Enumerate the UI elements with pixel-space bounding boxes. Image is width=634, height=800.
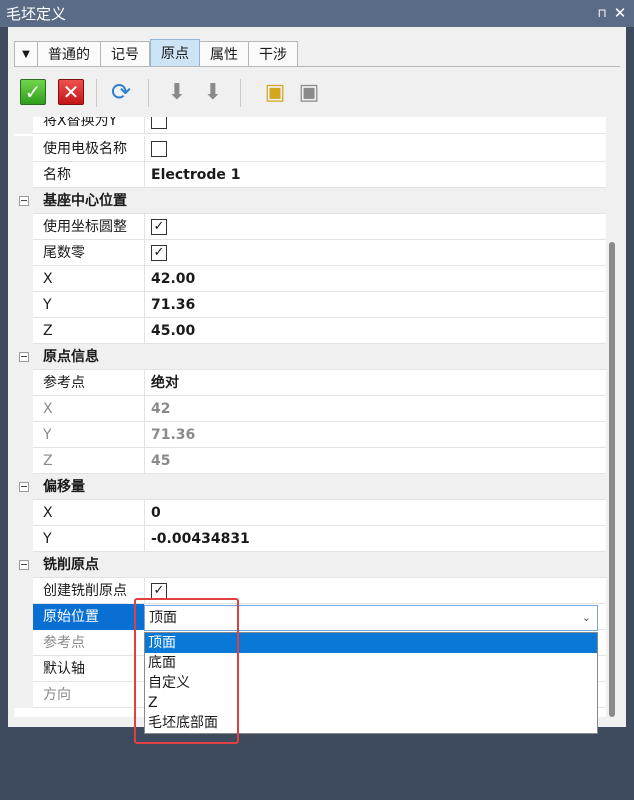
folder-tool-icon: ▣ xyxy=(264,79,286,105)
toolbar-separator xyxy=(148,79,149,107)
category-row[interactable]: 基座中心位置 xyxy=(14,188,606,214)
collapse-icon[interactable] xyxy=(19,196,29,206)
property-row: X 42 xyxy=(14,396,606,422)
property-row: 名称 Electrode 1 xyxy=(14,162,606,188)
base-z-value[interactable]: 45.00 xyxy=(145,318,606,344)
name-value[interactable]: Electrode 1 xyxy=(145,162,606,188)
dropdown-option-bottom[interactable]: 底面 xyxy=(145,653,597,673)
replace-x-y-checkbox[interactable] xyxy=(151,117,167,129)
tab-strip: ▼ 普通的 记号 原点 属性 干涉 xyxy=(14,39,298,66)
reference-point-value[interactable]: 绝对 xyxy=(145,370,606,396)
property-row: Z 45.00 xyxy=(14,318,606,344)
title-bar: 毛坯定义 ⊓ ✕ xyxy=(0,0,634,27)
cross-icon: ✕ xyxy=(58,79,84,105)
toolbar-separator xyxy=(240,79,241,107)
tab-interference[interactable]: 干涉 xyxy=(249,41,298,66)
original-position-combo[interactable]: 顶面 ⌄ xyxy=(144,605,598,631)
export-tool-button[interactable]: ▣ xyxy=(294,77,324,107)
trailing-zero-checkbox[interactable]: ✓ xyxy=(151,245,167,261)
chevron-down-icon: ▼ xyxy=(22,48,30,60)
property-row: Z 45 xyxy=(14,448,606,474)
toolbar: ✓ ✕ ⟳ ⬇ ⬇ ▣ ▣ xyxy=(14,73,614,113)
sort-down-icon: ⬇ xyxy=(203,79,223,105)
property-row: 参考点 绝对 xyxy=(14,370,606,396)
folder-tool-button[interactable]: ▣ xyxy=(260,77,290,107)
property-row: 使用电极名称 xyxy=(14,136,606,162)
import-button[interactable]: ⬇ xyxy=(162,77,192,107)
checkmark-icon: ✓ xyxy=(20,79,46,105)
tab-general[interactable]: 普通的 xyxy=(38,41,101,66)
refresh-button[interactable]: ⟳ xyxy=(106,77,136,107)
property-row: 使用坐标圆整 ✓ xyxy=(14,214,606,240)
toolbar-separator xyxy=(96,79,97,107)
tab-overflow-dropdown[interactable]: ▼ xyxy=(14,41,38,66)
category-row[interactable]: 原点信息 xyxy=(14,344,606,370)
chevron-down-icon[interactable]: ⌄ xyxy=(582,606,591,630)
export-tool-icon: ▣ xyxy=(298,79,320,105)
origin-y-value: 71.36 xyxy=(151,427,196,443)
property-row: X 42.00 xyxy=(14,266,606,292)
tab-origin[interactable]: 原点 xyxy=(150,39,200,66)
property-row: 尾数零 ✓ xyxy=(14,240,606,266)
cancel-button[interactable]: ✕ xyxy=(56,77,86,107)
vertical-scrollbar[interactable] xyxy=(606,117,618,717)
property-row: X 0 xyxy=(14,500,606,526)
offset-x-value[interactable]: 0 xyxy=(145,500,606,526)
pin-icon[interactable]: ⊓ xyxy=(594,5,610,21)
dropdown-option-custom[interactable]: 自定义 xyxy=(145,673,597,693)
collapse-icon[interactable] xyxy=(19,482,29,492)
refresh-icon: ⟳ xyxy=(110,78,132,106)
base-x-value[interactable]: 42.00 xyxy=(145,266,606,292)
sort-down-button[interactable]: ⬇ xyxy=(198,77,228,107)
property-row: 创建铣削原点 ✓ xyxy=(14,578,606,604)
original-position-dropdown: 顶面 底面 自定义 Z 毛坯底部面 xyxy=(144,632,598,734)
scrollbar-thumb[interactable] xyxy=(609,242,615,717)
property-row: Y 71.36 xyxy=(14,422,606,448)
window-title: 毛坯定义 xyxy=(6,5,67,23)
property-row: 将X替换为Y xyxy=(14,117,606,134)
property-row: Y 71.36 xyxy=(14,292,606,318)
tab-properties[interactable]: 属性 xyxy=(200,41,249,66)
property-row: Y -0.00434831 xyxy=(14,526,606,552)
use-electrode-name-checkbox[interactable] xyxy=(151,141,167,157)
dropdown-option-z[interactable]: Z xyxy=(145,693,597,713)
dropdown-option-top[interactable]: 顶面 xyxy=(145,633,597,653)
base-y-value[interactable]: 71.36 xyxy=(145,292,606,318)
origin-z-value: 45 xyxy=(151,453,171,469)
category-row[interactable]: 偏移量 xyxy=(14,474,606,500)
origin-x-value: 42 xyxy=(151,401,171,417)
import-icon: ⬇ xyxy=(167,79,187,105)
dropdown-option-blank-bottom[interactable]: 毛坯底部面 xyxy=(145,713,597,733)
create-milling-origin-checkbox[interactable]: ✓ xyxy=(151,583,167,599)
category-row[interactable]: 铣削原点 xyxy=(14,552,606,578)
close-icon[interactable]: ✕ xyxy=(612,4,628,22)
offset-y-value[interactable]: -0.00434831 xyxy=(145,526,606,552)
ok-button[interactable]: ✓ xyxy=(18,77,48,107)
collapse-icon[interactable] xyxy=(19,352,29,362)
tab-divider xyxy=(14,66,620,67)
use-coord-rounding-checkbox[interactable]: ✓ xyxy=(151,219,167,235)
tab-marks[interactable]: 记号 xyxy=(101,41,150,66)
collapse-icon[interactable] xyxy=(19,560,29,570)
